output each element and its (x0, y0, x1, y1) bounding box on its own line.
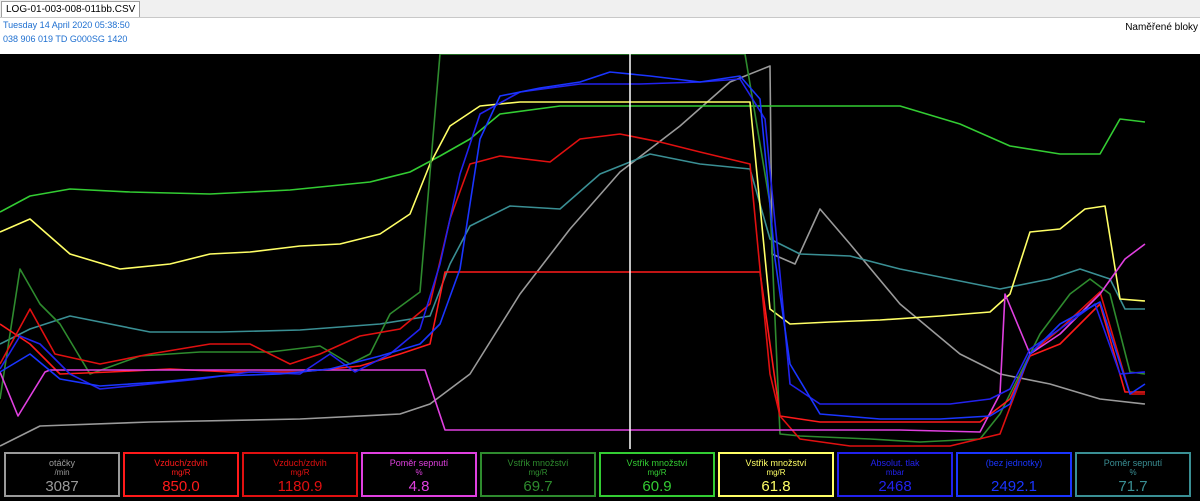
channel-unit: mg/R (528, 468, 548, 477)
trace-line-red2 (0, 133, 1145, 447)
channel-value: 3087 (45, 478, 79, 495)
channel-value: 61.8 (761, 478, 791, 495)
ecu-identifier: 038 906 019 TD G000SG 1420 (3, 34, 128, 44)
channel-name: (bez jednotky) (985, 458, 1043, 468)
channel-value: 2468 (878, 478, 912, 495)
measured-blocks-label: Naměřené bloky (1125, 22, 1198, 33)
trace-line-red (0, 271, 1145, 423)
channel-name: Vzduch/zdvih (273, 458, 327, 468)
channel-value: 69.7 (523, 478, 553, 495)
channel-unit: % (1129, 468, 1137, 477)
channel-panel[interactable]: Vzduch/zdvih mg/R 850.0 (123, 452, 239, 497)
channel-name: Vzduch/zdvih (154, 458, 208, 468)
channel-name: Vstřik množství (745, 458, 807, 468)
trace-line-yellow (0, 101, 1146, 325)
channel-panel[interactable]: Poměr sepnutí% 71.7 (1075, 452, 1191, 497)
channel-value: 71.7 (1118, 478, 1148, 495)
tab-bar: LOG-01-003-008-011bb.CSV (0, 0, 1200, 18)
trace-line-green (0, 105, 1146, 213)
channel-panel[interactable]: Vstřik množství mg/R 61.8 (718, 452, 834, 497)
channel-panels: otáčky/min 3087 Vzduch/zdvih mg/R 850.0 Vzd… (0, 449, 1200, 501)
channel-unit: % (415, 468, 423, 477)
trace-line-teal (0, 153, 1145, 345)
graph-canvas[interactable] (0, 54, 1200, 449)
graph-area[interactable] (0, 54, 1200, 449)
channel-name: otáčky (48, 458, 75, 468)
trace-line-darkgreen (0, 54, 1146, 443)
channel-panel[interactable]: Vstřik množství mg/R 69.7 (480, 452, 596, 497)
channel-unit: mg/R (171, 468, 191, 477)
channel-value: 60.9 (642, 478, 672, 495)
channel-panel[interactable]: Vstřik množství mg/R 60.9 (599, 452, 715, 497)
channel-panel[interactable]: Poměr sepnutí% 4.8 (361, 452, 477, 497)
channel-unit: mg/R (766, 468, 786, 477)
channel-name: Vstřik množství (626, 458, 688, 468)
channel-unit: mbar (885, 468, 905, 477)
log-timestamp: Tuesday 14 April 2020 05:38:50 (3, 20, 130, 30)
channel-value: 850.0 (162, 478, 200, 495)
channel-unit: mg/R (647, 468, 667, 477)
trace-line-gray (0, 65, 1146, 447)
channel-panel[interactable]: Absolut. tlak mbar 2468 (837, 452, 953, 497)
channel-value: 2492.1 (991, 478, 1037, 495)
channel-value: 4.8 (408, 478, 430, 495)
channel-name: Poměr sepnutí (389, 458, 449, 468)
channel-unit: mg/R (290, 468, 310, 477)
channel-panel[interactable]: Vzduch/zdvih mg/R 1180.9 (242, 452, 358, 497)
tab-log-file[interactable]: LOG-01-003-008-011bb.CSV (1, 1, 141, 17)
channel-value: 1180.9 (277, 478, 323, 495)
info-header: Tuesday 14 April 2020 05:38:50 038 906 0… (0, 18, 1200, 54)
channel-unit: /min (54, 468, 70, 477)
channel-name: Poměr sepnutí (1103, 458, 1163, 468)
channel-panel[interactable]: otáčky/min 3087 (4, 452, 120, 497)
channel-name: Vstřik množství (507, 458, 569, 468)
trace-line-blue (0, 78, 1146, 405)
channel-panel[interactable]: (bez jednotky) 2492.1 (956, 452, 1072, 497)
trace-line-blue2 (0, 71, 1146, 420)
channel-name: Absolut. tlak (870, 458, 920, 468)
